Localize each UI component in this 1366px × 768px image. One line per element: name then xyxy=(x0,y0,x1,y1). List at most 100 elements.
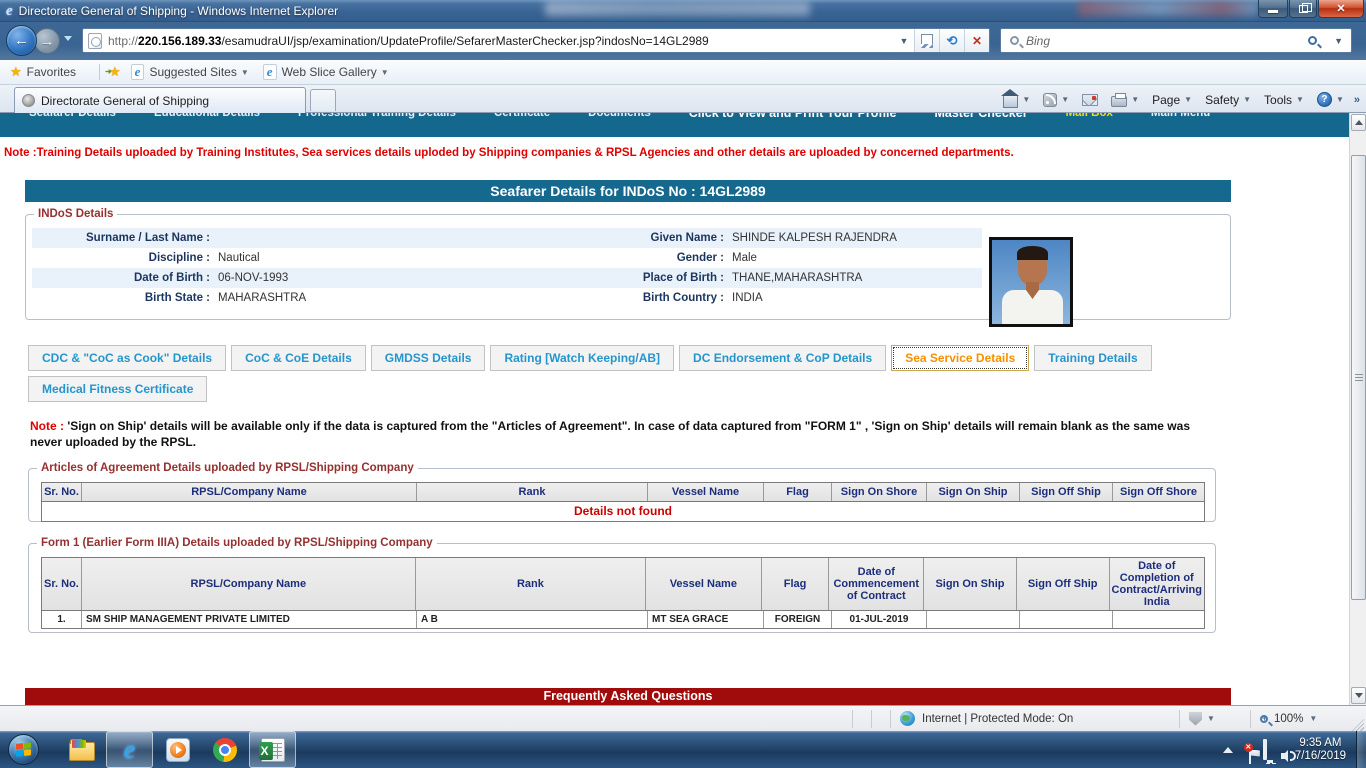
browser-tab[interactable]: Directorate General of Shipping xyxy=(14,87,306,113)
restore-button[interactable] xyxy=(1289,0,1317,18)
back-button[interactable]: ← xyxy=(6,25,37,56)
detail-tab[interactable]: CoC & CoE Details xyxy=(231,345,366,371)
site-nav-item[interactable]: Mail Box xyxy=(1047,113,1132,121)
detail-tab[interactable]: Sea Service Details xyxy=(891,345,1029,371)
forward-button[interactable]: → xyxy=(34,28,60,54)
aoa-table: Sr. No.RPSL/Company NameRankVessel NameF… xyxy=(41,482,1205,522)
training-details-note: Note :Training Details uploaded by Train… xyxy=(4,147,1344,159)
detail-tab[interactable]: Training Details xyxy=(1034,345,1151,371)
safety-menu-button[interactable]: Safety▼ xyxy=(1200,91,1256,109)
show-desktop-button[interactable] xyxy=(1356,731,1366,768)
system-tray: ✕ 9:35 AM 7/16/2019 xyxy=(1223,731,1366,768)
feeds-button[interactable]: ▼ xyxy=(1038,91,1074,109)
articles-of-agreement-section: Articles of Agreement Details uploaded b… xyxy=(28,462,1216,522)
toolbar-overflow-icon[interactable]: » xyxy=(1352,94,1362,106)
suggested-sites-icon: e xyxy=(131,64,145,80)
browser-viewport: Seafarer DetailsEducational DetailsProfe… xyxy=(0,113,1366,705)
taskbar-clock[interactable]: 9:35 AM 7/16/2019 xyxy=(1295,737,1346,763)
windows-logo-icon xyxy=(16,742,31,757)
scrollbar-thumb[interactable] xyxy=(1351,155,1366,600)
column-header: RPSL/Company Name xyxy=(82,483,417,501)
vertical-scrollbar[interactable] xyxy=(1349,113,1366,705)
aoa-legend: Articles of Agreement Details uploaded b… xyxy=(37,462,418,474)
page-menu-button[interactable]: Page▼ xyxy=(1147,91,1197,109)
scroll-up-button[interactable] xyxy=(1351,114,1366,131)
history-dropdown-icon[interactable] xyxy=(64,36,72,41)
column-header: Sign Off Ship xyxy=(1020,483,1113,501)
web-slice-gallery-button[interactable]: Web Slice Gallery▼ xyxy=(282,65,389,79)
network-icon[interactable] xyxy=(1263,741,1267,759)
table-cell: SM SHIP MANAGEMENT PRIVATE LIMITED xyxy=(82,611,417,628)
taskbar-ie-button[interactable]: e xyxy=(106,731,153,768)
search-dropdown-icon[interactable]: ▼ xyxy=(1334,36,1343,46)
minimize-button[interactable] xyxy=(1258,0,1288,18)
field-label: Place of Birth : xyxy=(574,272,724,284)
taskbar-excel-button[interactable] xyxy=(249,731,296,768)
aoa-table-header: Sr. No.RPSL/Company NameRankVessel NameF… xyxy=(42,483,1204,502)
site-nav-item[interactable]: Professional Training Details xyxy=(279,113,475,121)
site-nav-item[interactable]: Master Checker xyxy=(915,113,1046,121)
tools-menu-button[interactable]: Tools▼ xyxy=(1259,91,1309,109)
security-zone-status: Internet | Protected Mode: On xyxy=(900,711,1170,726)
home-button[interactable]: ▼ xyxy=(998,90,1035,110)
table-cell: 01-JUL-2019 xyxy=(832,611,927,628)
start-button[interactable] xyxy=(8,734,39,765)
print-button[interactable]: ▼ xyxy=(1106,91,1144,109)
form1-legend: Form 1 (Earlier Form IIIA) Details uploa… xyxy=(37,537,437,549)
site-nav-item[interactable]: Click to View and Print Your Profile xyxy=(670,113,916,121)
stop-button[interactable]: ✕ xyxy=(964,29,989,52)
field-value: 06-NOV-1993 xyxy=(218,272,574,284)
search-box[interactable]: Bing ▼ xyxy=(1000,28,1352,53)
detail-row: Birth State : MAHARASHTRA Birth Country … xyxy=(32,288,982,308)
search-placeholder[interactable]: Bing xyxy=(1026,34,1299,48)
column-header: Sign Off Shore xyxy=(1113,483,1204,501)
column-header: Sign On Ship xyxy=(924,558,1017,610)
column-header: Sign Off Ship xyxy=(1017,558,1110,610)
zoom-control[interactable]: 100% ▼ xyxy=(1260,713,1352,725)
new-tab-button[interactable] xyxy=(310,89,336,111)
detail-tab[interactable]: DC Endorsement & CoP Details xyxy=(679,345,886,371)
protected-mode-button[interactable]: ▼ xyxy=(1189,712,1241,726)
read-mail-button[interactable] xyxy=(1077,92,1103,108)
field-label: Discipline : xyxy=(32,252,210,264)
address-bar[interactable]: http://220.156.189.33/esamudraUI/jsp/exa… xyxy=(82,28,990,53)
column-header: Sign On Ship xyxy=(927,483,1020,501)
table-row: 1.SM SHIP MANAGEMENT PRIVATE LIMITEDA BM… xyxy=(42,611,1204,628)
chrome-icon xyxy=(213,738,237,762)
help-button[interactable]: ?▼ xyxy=(1312,90,1349,109)
taskbar-chrome-button[interactable] xyxy=(201,731,248,768)
suggested-sites-button[interactable]: Suggested Sites▼ xyxy=(149,65,248,79)
url-text[interactable]: http://220.156.189.33/esamudraUI/jsp/exa… xyxy=(108,34,894,48)
taskbar-explorer-button[interactable] xyxy=(58,731,105,768)
site-nav-item[interactable]: Main Menu xyxy=(1132,113,1229,121)
detail-tab[interactable]: Medical Fitness Certificate xyxy=(28,376,207,402)
site-nav-item[interactable]: Documents xyxy=(569,113,670,121)
detail-tab[interactable]: GMDSS Details xyxy=(371,345,486,371)
show-hidden-icons-button[interactable] xyxy=(1223,747,1233,753)
refresh-button[interactable]: ⟲ xyxy=(939,29,964,52)
help-icon: ? xyxy=(1317,92,1332,107)
taskbar-media-player-button[interactable] xyxy=(154,731,201,768)
site-nav-item[interactable]: Seafarer Details xyxy=(10,113,135,121)
screen: e Directorate General of Shipping - Wind… xyxy=(0,0,1366,768)
ie-logo-icon: e xyxy=(6,4,13,19)
search-icon xyxy=(1010,36,1019,45)
compatibility-view-button[interactable] xyxy=(914,29,939,52)
search-go-icon[interactable] xyxy=(1308,36,1317,45)
add-favorite-icon[interactable]: ★ xyxy=(109,64,121,80)
aoa-empty-message: Details not found xyxy=(42,502,1204,521)
scroll-down-button[interactable] xyxy=(1351,687,1366,704)
column-header: Sr. No. xyxy=(42,483,82,501)
detail-row: Date of Birth : 06-NOV-1993 Place of Bir… xyxy=(32,268,982,288)
detail-tab[interactable]: Rating [Watch Keeping/AB] xyxy=(490,345,674,371)
column-header: Sr. No. xyxy=(42,558,82,610)
redacted-text-blur xyxy=(1078,1,1258,16)
detail-tab[interactable]: CDC & "CoC as Cook" Details xyxy=(28,345,226,371)
faq-bar[interactable]: Frequently Asked Questions xyxy=(25,688,1231,705)
tab-title: Directorate General of Shipping xyxy=(41,94,209,108)
site-nav-item[interactable]: Educational Details xyxy=(135,113,279,121)
address-dropdown-icon[interactable]: ▼ xyxy=(894,36,914,46)
site-nav-item[interactable]: Certificate xyxy=(475,113,569,121)
favorites-button[interactable]: Favorites xyxy=(27,65,76,79)
close-button[interactable]: ✕ xyxy=(1318,0,1364,18)
